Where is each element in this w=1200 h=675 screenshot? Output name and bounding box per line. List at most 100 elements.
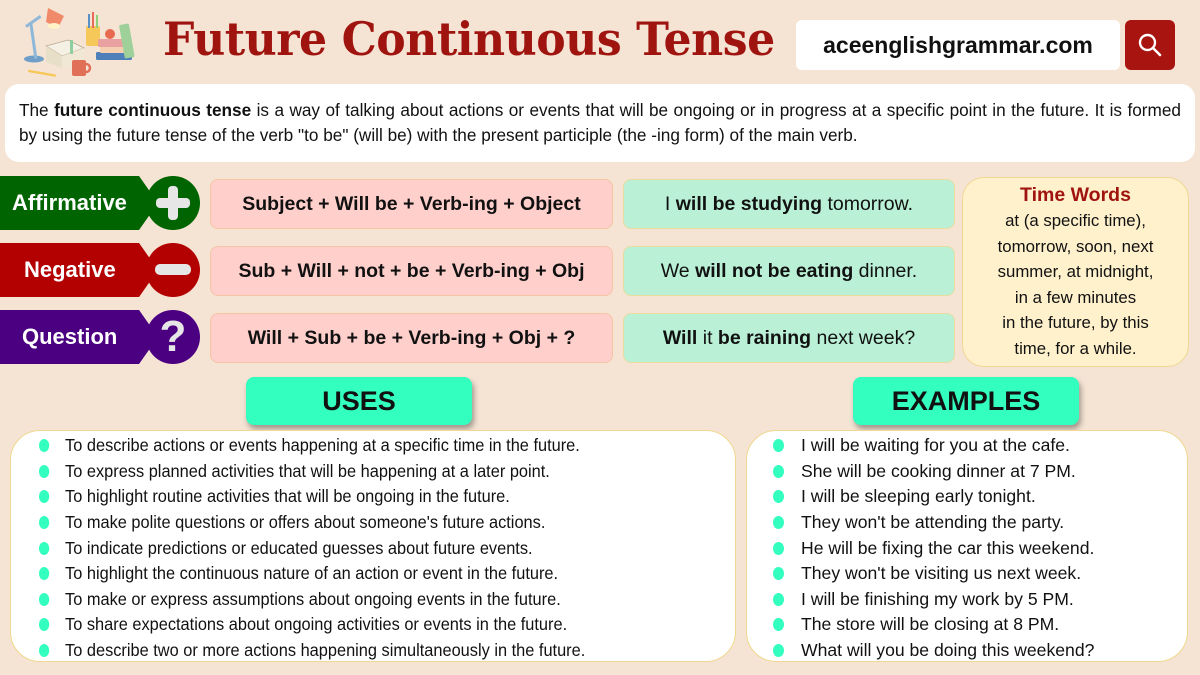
time-words-line: in the future, by this [1002,313,1149,333]
intro-text-bold: future continuous tense [54,100,252,120]
time-words-title: Time Words [1020,184,1131,206]
bullet-icon [39,490,50,504]
list-item-text: To make polite questions or offers about… [65,512,546,533]
list-item-text: To express planned activities that will … [65,460,550,481]
bullet-icon [39,592,50,606]
bullet-icon [773,592,784,606]
negative-formula: Sub + Will + not + be + Verb-ing + Obj [210,246,613,296]
time-words-line: in a few minutes [1014,287,1137,307]
list-item-text: I will be waiting for you at the cafe. [801,435,1070,456]
examples-heading: EXAMPLES [853,377,1079,425]
list-item: The store will be closing at 8 PM. [773,612,1094,638]
bullet-icon [39,464,50,478]
affirmative-example: I will be studying tomorrow. [623,179,955,229]
list-item: To express planned activities that will … [39,459,585,485]
bullet-icon [773,567,784,581]
list-item: To describe actions or events happening … [39,433,585,459]
uses-list: To describe actions or events happening … [39,433,626,663]
example-part: I [664,192,671,215]
example-part-bold: will be studying [675,192,823,215]
uses-heading: USES [246,377,472,425]
time-words-box: Time Words at (a specific time), tomorro… [962,177,1189,367]
list-item: To make or express assumptions about ong… [39,587,585,613]
bullet-icon [773,439,784,453]
example-part: it [702,326,713,349]
bullet-icon [773,541,784,555]
list-item-text: What will you be doing this weekend? [801,640,1095,661]
example-part-bold: will not be eating [695,259,854,282]
list-item: To make polite questions or offers about… [39,510,585,536]
question-label-text: Question [0,310,158,364]
list-item-text: He will be fixing the car this weekend. [801,537,1095,558]
list-item: To describe two or more actions happenin… [39,638,585,664]
list-item: To share expectations about ongoing acti… [39,612,585,638]
list-item: They won't be visiting us next week. [773,561,1094,587]
time-words-line: at (a specific time), [1005,211,1146,230]
example-part: tomorrow. [827,192,914,215]
list-item-text: She will be cooking dinner at 7 PM. [801,460,1076,481]
affirmative-formula: Subject + Will be + Verb-ing + Object [210,179,613,229]
list-item-text: To highlight routine activities that wil… [65,486,510,507]
list-item: I will be finishing my work by 5 PM. [773,587,1094,613]
plus-icon [146,176,200,230]
examples-list: I will be waiting for you at the cafe. S… [773,433,1094,663]
example-part-bold: be raining [717,326,812,349]
affirmative-label: Affirmative [0,176,200,230]
example-part: next week? [816,326,916,349]
time-words-line: tomorrow, soon, next [997,236,1154,256]
list-item: He will be fixing the car this weekend. [773,535,1094,561]
list-item: To indicate predictions or educated gues… [39,535,585,561]
site-url-field[interactable]: aceenglishgrammar.com [796,20,1120,70]
uses-list-box: To describe actions or events happening … [10,430,736,662]
header: Future Continuous Tense aceenglishgramma… [0,0,1200,86]
bullet-icon [773,618,784,632]
bullet-icon [773,464,784,478]
list-item: To highlight the continuous nature of an… [39,561,585,587]
time-words-line: summer, at midnight, [997,262,1154,282]
list-item-text: To highlight the continuous nature of an… [65,563,559,584]
list-item-text: I will be finishing my work by 5 PM. [801,588,1074,609]
list-item-text: To share expectations about ongoing acti… [65,614,568,635]
affirmative-label-text: Affirmative [0,176,158,230]
list-item-text: They won't be attending the party. [801,512,1065,533]
bullet-icon [39,541,50,555]
bullet-icon [39,644,50,658]
question-label: Question ? [0,310,200,364]
question-icon: ? [146,310,200,364]
negative-example: We will not be eating dinner. [623,246,955,296]
list-item: They won't be attending the party. [773,510,1094,536]
list-item-text: They won't be visiting us next week. [801,563,1082,584]
example-part: We [660,259,690,282]
bullet-icon [773,490,784,504]
minus-icon [146,243,200,297]
list-item-text: To indicate predictions or educated gues… [65,537,533,558]
intro-paragraph: The future continuous tense is a way of … [5,84,1195,162]
bullet-icon [773,644,784,658]
list-item: I will be waiting for you at the cafe. [773,433,1094,459]
examples-list-box: I will be waiting for you at the cafe. S… [746,430,1188,662]
example-part: dinner. [858,259,918,282]
intro-text-pre: The [19,100,55,120]
bullet-icon [39,618,50,632]
list-item: I will be sleeping early tonight. [773,484,1094,510]
example-part-bold: Will [662,326,698,349]
study-desk-illustration-icon [24,8,135,77]
list-item-text: I will be sleeping early tonight. [801,486,1036,507]
negative-label-text: Negative [0,243,158,297]
bullet-icon [39,516,50,530]
question-formula: Will + Sub + be + Verb-ing + Obj + ? [210,313,613,363]
bullet-icon [39,439,50,453]
list-item-text: To make or express assumptions about ong… [65,588,561,609]
time-words-line: time, for a while. [1014,338,1137,358]
bullet-icon [39,567,50,581]
list-item: She will be cooking dinner at 7 PM. [773,459,1094,485]
list-item: What will you be doing this weekend? [773,638,1094,664]
list-item-text: The store will be closing at 8 PM. [801,614,1060,635]
list-item-text: To describe two or more actions happenin… [65,640,586,661]
bullet-icon [773,516,784,530]
search-icon [1138,33,1162,57]
search-button[interactable] [1125,20,1175,70]
page-title: Future Continuous Tense [163,12,775,66]
list-item: To highlight routine activities that wil… [39,484,585,510]
negative-label: Negative [0,243,200,297]
